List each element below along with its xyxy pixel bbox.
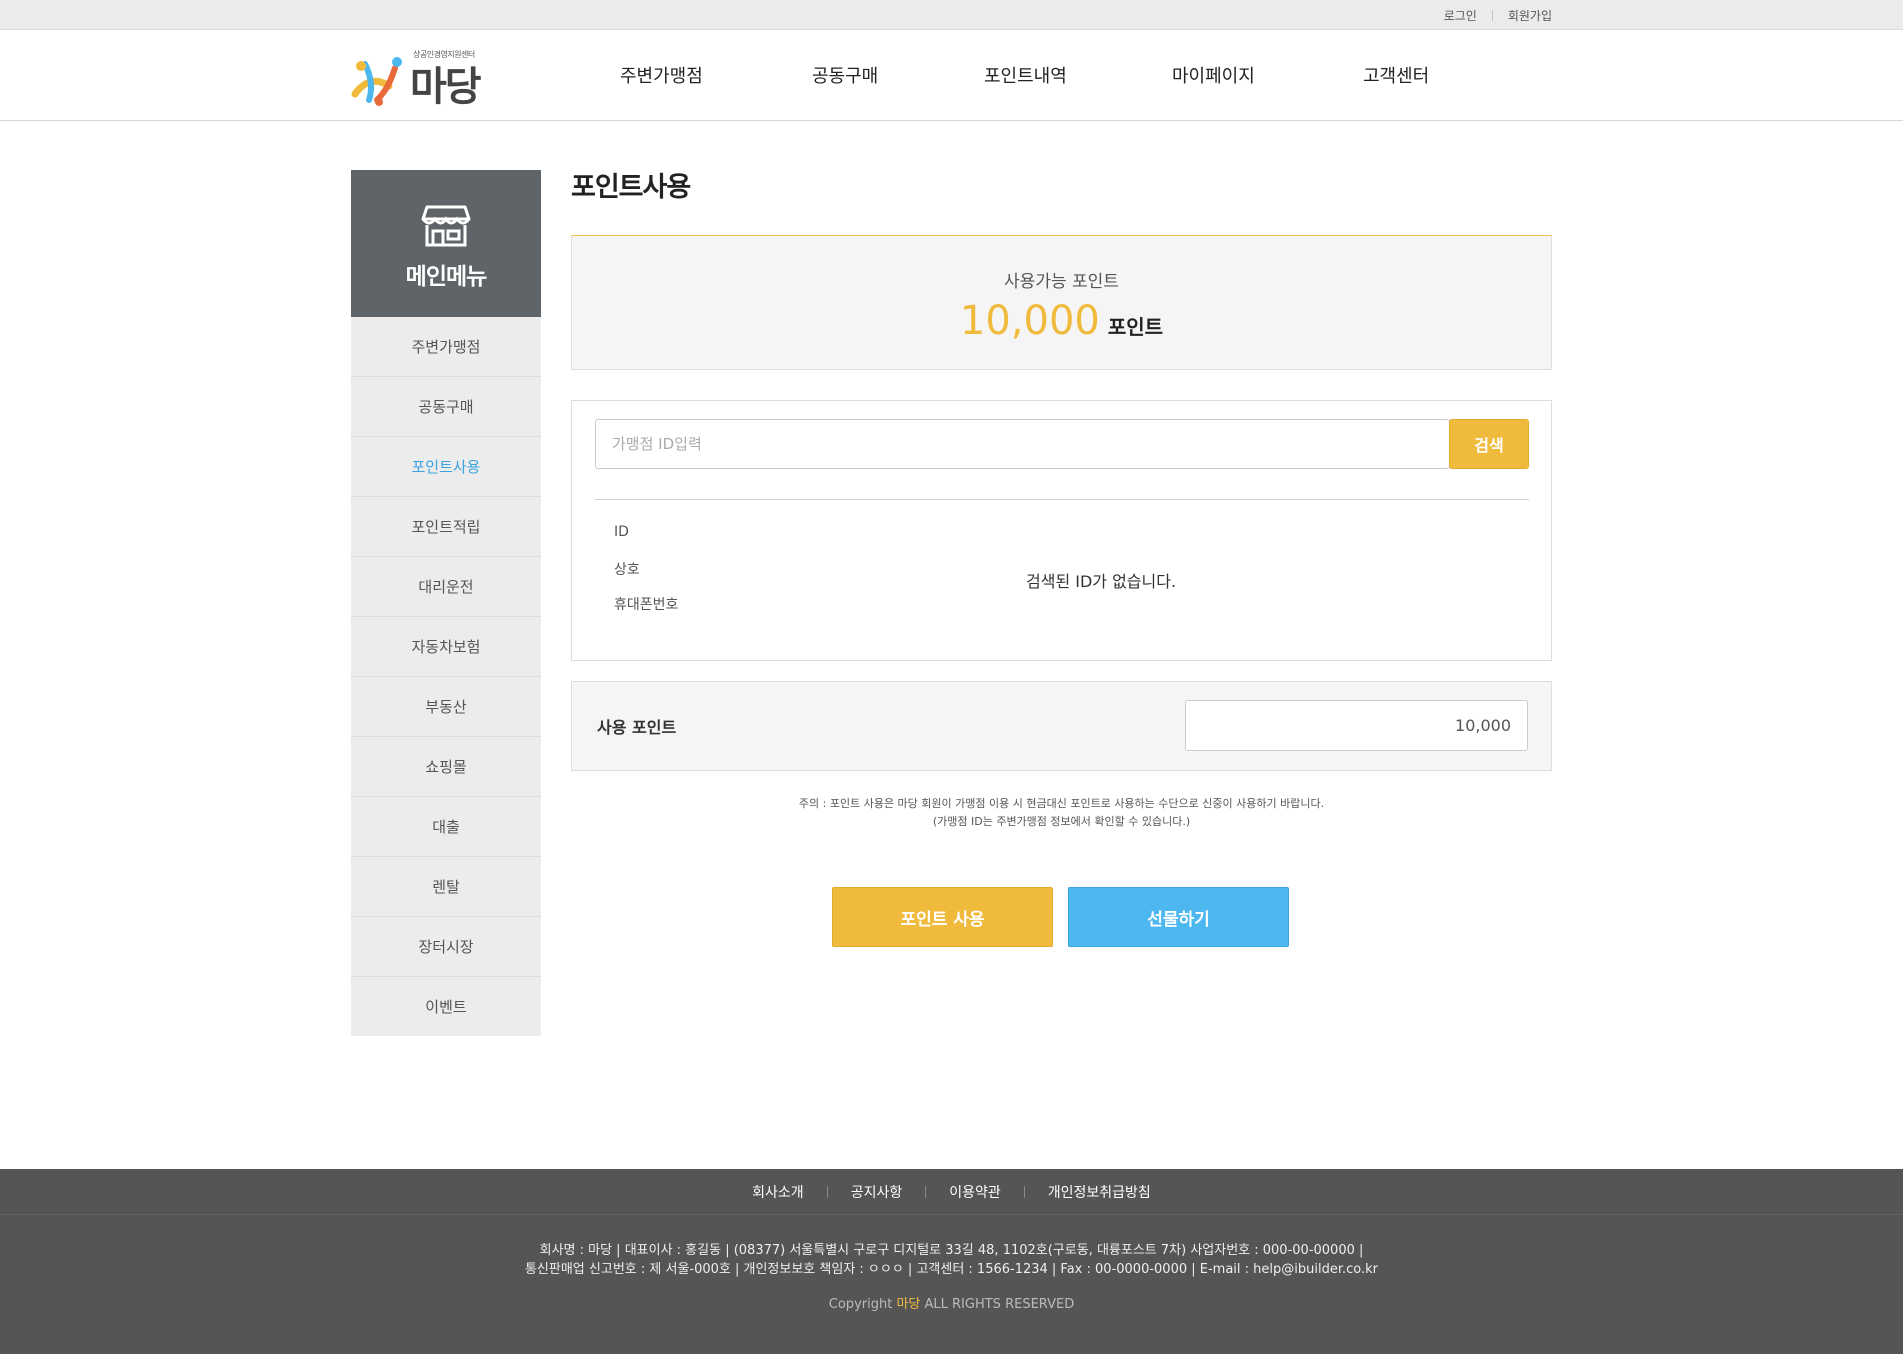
gnb-item-point-history[interactable]: 포인트내역 — [984, 62, 1067, 88]
use-points-panel: 사용 포인트 — [571, 681, 1552, 771]
signup-link[interactable]: 회원가입 — [1508, 7, 1552, 24]
logo-mark-icon — [351, 57, 402, 106]
sidebar-item-point-earn[interactable]: 포인트적립 — [351, 497, 541, 557]
footer-link-privacy[interactable]: 개인정보취급방침 — [1048, 1182, 1151, 1202]
sidebar-item-market[interactable]: 장터시장 — [351, 917, 541, 977]
sidebar: 메인메뉴 주변가맹점 공동구매 포인트사용 포인트적립 대리운전 자동차보험 부… — [351, 170, 541, 1036]
usage-notice: 주의 : 포인트 사용은 마당 회원이 가맹점 이용 시 현금대신 포인트로 사… — [571, 795, 1552, 831]
copyright: Copyright 마당 ALL RIGHTS RESERVED — [0, 1293, 1903, 1312]
use-points-button[interactable]: 포인트 사용 — [832, 887, 1053, 947]
sidebar-item-designated-driver[interactable]: 대리운전 — [351, 557, 541, 617]
notice-line: (가맹점 ID는 주변가맹점 정보에서 확인할 수 있습니다.) — [932, 815, 1191, 828]
page-title: 포인트사용 — [571, 172, 691, 203]
sidebar-header: 메인메뉴 — [351, 170, 541, 317]
copyright-prefix: Copyright — [828, 1297, 893, 1312]
copyright-suffix: ALL RIGHTS RESERVED — [924, 1297, 1075, 1312]
store-icon — [421, 205, 471, 247]
available-points-amount: 10,000 포인트 — [572, 298, 1551, 344]
sidebar-item-rental[interactable]: 렌탈 — [351, 857, 541, 917]
footer-link-terms[interactable]: 이용약관 — [949, 1182, 1001, 1202]
available-points-label: 사용가능 포인트 — [1004, 272, 1119, 292]
gnb-item-stores[interactable]: 주변가맹점 — [620, 62, 703, 88]
result-field-name: 상호 — [614, 562, 640, 578]
gnb-item-mypage[interactable]: 마이페이지 — [1172, 62, 1255, 88]
sidebar-item-point-use[interactable]: 포인트사용 — [351, 437, 541, 497]
sidebar-item-loan[interactable]: 대출 — [351, 797, 541, 857]
use-points-label: 사용 포인트 — [597, 718, 677, 737]
login-link[interactable]: 로그인 — [1444, 7, 1477, 24]
sidebar-item-group-buy[interactable]: 공동구매 — [351, 377, 541, 437]
search-divider — [595, 499, 1529, 500]
site-logo[interactable]: 상공인경영지원센터 마당 — [351, 48, 491, 110]
footer-divider — [1023, 1185, 1025, 1198]
store-id-input[interactable] — [595, 419, 1450, 469]
logo-wordmark: 마당 — [410, 64, 482, 110]
footer-link-company[interactable]: 회사소개 — [752, 1182, 804, 1202]
search-button[interactable]: 검색 — [1449, 419, 1529, 469]
footer-link-notice[interactable]: 공지사항 — [851, 1182, 903, 1202]
store-search-panel: 검색 ID 상호 휴대폰번호 검색된 ID가 없습니다. — [571, 400, 1552, 661]
company-info: 회사명 : 마당 | 대표이사 : 홍길동 | (08377) 서울특별시 구로… — [0, 1241, 1903, 1279]
available-points-panel: 사용가능 포인트 10,000 포인트 — [571, 235, 1552, 370]
gift-button[interactable]: 선물하기 — [1068, 887, 1289, 947]
available-points-value: 10,000 — [959, 298, 1100, 344]
footer-divider — [826, 1185, 828, 1198]
available-points-unit: 포인트 — [1107, 315, 1164, 339]
notice-line: 주의 : 포인트 사용은 마당 회원이 가맹점 이용 시 현금대신 포인트로 사… — [798, 797, 1325, 810]
link-divider — [1491, 10, 1493, 21]
result-field-phone: 휴대폰번호 — [614, 597, 679, 613]
no-result-message: 검색된 ID가 없습니다. — [1026, 572, 1177, 591]
footer-nav: 회사소개 공지사항 이용약관 개인정보취급방침 — [0, 1169, 1903, 1215]
footer-divider — [925, 1185, 927, 1198]
sidebar-item-car-insurance[interactable]: 자동차보험 — [351, 617, 541, 677]
copyright-brand: 마당 — [896, 1297, 921, 1312]
result-field-id: ID — [614, 524, 629, 540]
company-info-line: 통신판매업 신고번호 : 제 서울-000호 | 개인정보보호 책임자 : ㅇㅇ… — [524, 1262, 1379, 1277]
site-header: 상공인경영지원센터 마당 주변가맹점 공동구매 포인트내역 마이페이지 고객센터 — [0, 30, 1903, 121]
account-links: 로그인 회원가입 — [1444, 7, 1552, 24]
use-points-input[interactable] — [1185, 700, 1528, 751]
company-info-line: 회사명 : 마당 | 대표이사 : 홍길동 | (08377) 서울특별시 구로… — [539, 1243, 1364, 1258]
sidebar-item-real-estate[interactable]: 부동산 — [351, 677, 541, 737]
sidebar-title: 메인메뉴 — [405, 264, 488, 290]
site-footer: 회사소개 공지사항 이용약관 개인정보취급방침 회사명 : 마당 | 대표이사 … — [0, 1169, 1903, 1354]
top-utility-bar: 로그인 회원가입 — [0, 0, 1903, 30]
sidebar-item-shopping-mall[interactable]: 쇼핑몰 — [351, 737, 541, 797]
gnb-item-group-buy[interactable]: 공동구매 — [812, 62, 878, 88]
main-content: 포인트사용 사용가능 포인트 10,000 포인트 검색 ID 상호 휴대폰번호… — [571, 165, 1552, 947]
gnb-item-support[interactable]: 고객센터 — [1363, 62, 1429, 88]
sidebar-item-event[interactable]: 이벤트 — [351, 977, 541, 1036]
sidebar-item-stores[interactable]: 주변가맹점 — [351, 317, 541, 377]
